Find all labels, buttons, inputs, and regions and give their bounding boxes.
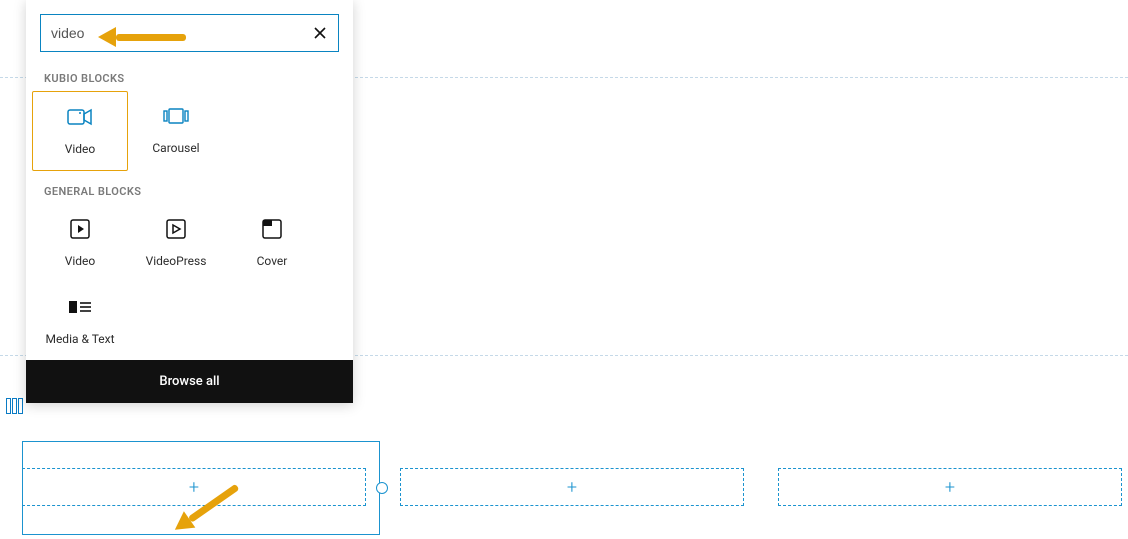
add-block-column-2[interactable]: + [400,468,744,506]
clear-search-icon[interactable] [311,24,329,42]
block-label: Video [36,254,124,268]
block-core-video[interactable]: Video [32,204,128,282]
block-kubio-carousel[interactable]: Carousel [128,91,224,171]
search-input[interactable] [40,14,339,52]
columns-icon [6,398,26,418]
group-label-general: GENERAL BLOCKS [26,171,353,204]
browse-all-button[interactable]: Browse all [26,360,353,403]
block-label: Carousel [132,141,220,155]
block-kubio-video[interactable]: Video [32,91,128,171]
video-camera-icon [37,104,123,130]
block-label: Media & Text [36,332,124,346]
block-label: Cover [228,254,316,268]
block-cover[interactable]: Cover [224,204,320,282]
add-block-column-1[interactable]: + [22,468,366,506]
media-text-icon [36,294,124,320]
block-inserter-popover: KUBIO BLOCKS Video Carousel GENERAL BLOC… [26,0,353,403]
resize-handle[interactable] [376,482,388,494]
block-label: Video [37,142,123,156]
video-play-icon [36,216,124,242]
group-label-kubio: KUBIO BLOCKS [26,58,353,91]
carousel-icon [132,103,220,129]
video-play-alt-icon [132,216,220,242]
add-block-column-3[interactable]: + [778,468,1122,506]
annotation-arrow-search [98,27,186,47]
columns-row: + + + [22,468,1122,506]
cover-icon [228,216,316,242]
block-label: VideoPress [132,254,220,268]
block-videopress[interactable]: VideoPress [128,204,224,282]
block-media-text[interactable]: Media & Text [32,282,128,360]
